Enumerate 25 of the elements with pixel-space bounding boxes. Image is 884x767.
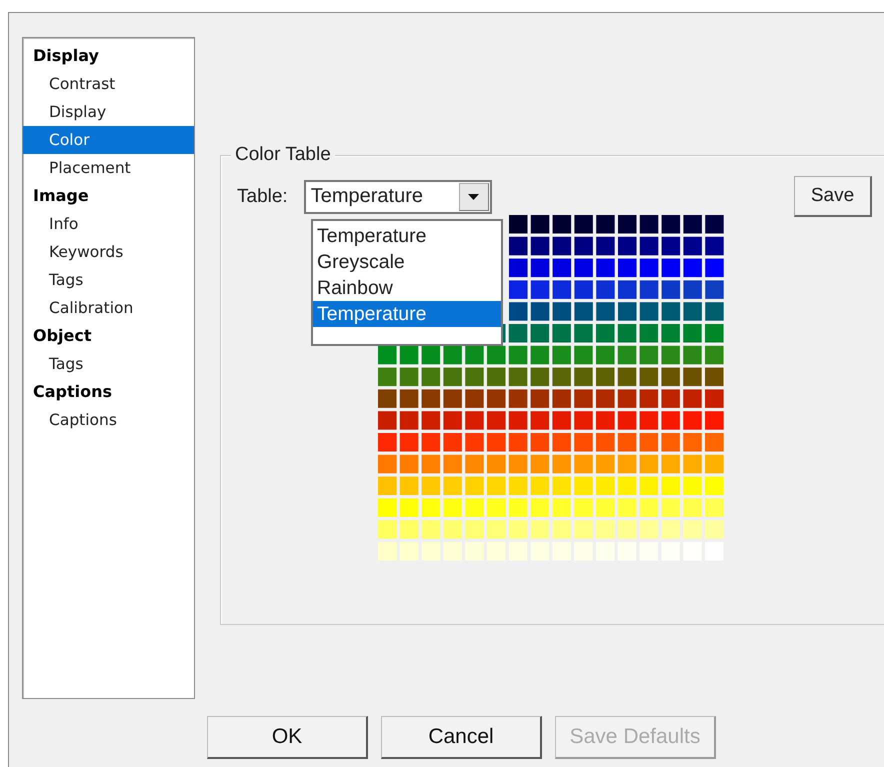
sidebar-item[interactable]: Contrast	[23, 70, 194, 98]
sidebar-item[interactable]: Info	[23, 210, 194, 238]
table-label: Table:	[237, 186, 288, 208]
dropdown-option[interactable]: Temperature	[313, 301, 501, 327]
dialog-button[interactable]: OK	[207, 716, 368, 759]
sidebar-header[interactable]: Captions	[23, 378, 194, 406]
sidebar-header[interactable]: Object	[23, 322, 194, 350]
sidebar-header[interactable]: Display	[23, 42, 194, 70]
sidebar-item[interactable]: Tags	[23, 350, 194, 378]
sidebar-item[interactable]: Color	[23, 126, 194, 154]
dropdown-option[interactable]: Rainbow	[313, 275, 501, 301]
sidebar-header[interactable]: Image	[23, 182, 194, 210]
sidebar-item[interactable]: Placement	[23, 154, 194, 182]
sidebar-item[interactable]: Keywords	[23, 238, 194, 266]
caret-icon	[468, 194, 480, 200]
sidebar-item[interactable]: Captions	[23, 406, 194, 434]
table-dropdown[interactable]: Temperature	[304, 180, 492, 214]
save-button[interactable]: Save	[794, 176, 872, 217]
dropdown-arrow-button[interactable]	[458, 182, 489, 210]
dialog-button[interactable]: Cancel	[381, 716, 542, 759]
sidebar-item[interactable]: Display	[23, 98, 194, 126]
dropdown-option[interactable]: Temperature	[313, 223, 501, 249]
sidebar-item[interactable]: Calibration	[23, 294, 194, 322]
dropdown-option[interactable]: Greyscale	[313, 249, 501, 275]
sidebar-item[interactable]: Tags	[23, 266, 194, 294]
